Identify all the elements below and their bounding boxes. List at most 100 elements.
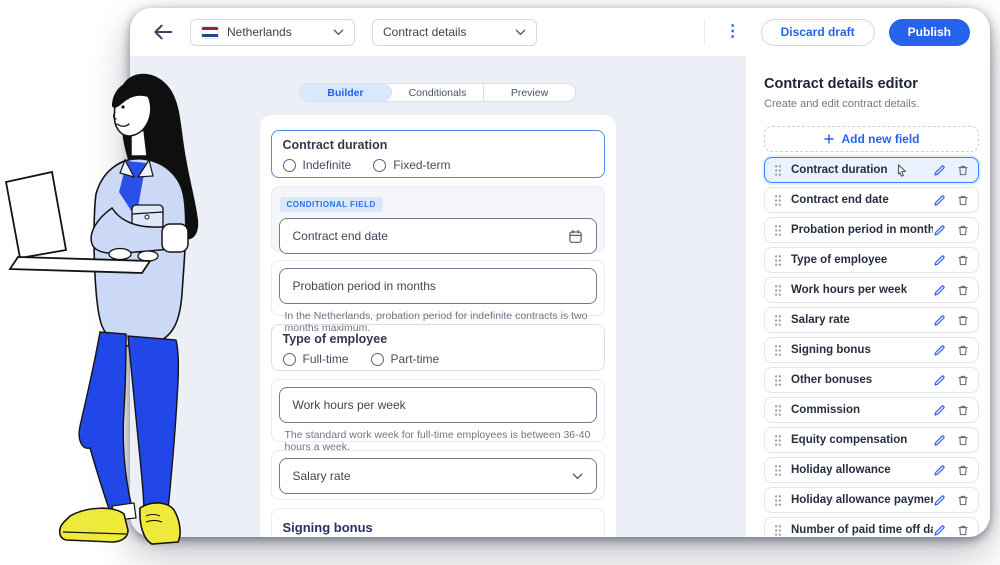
delete-icon[interactable] <box>957 464 969 477</box>
delete-icon[interactable] <box>957 404 969 417</box>
radio-part-time-label: Part-time <box>391 352 440 366</box>
field-row-label: Probation period in months <box>791 224 933 236</box>
publish-button[interactable]: Publish <box>889 19 970 46</box>
drag-handle-icon[interactable] <box>774 224 782 237</box>
edit-icon[interactable] <box>933 524 946 537</box>
field-row-label: Other bonuses <box>791 374 872 386</box>
radio-full-time-label: Full-time <box>303 352 349 366</box>
delete-icon[interactable] <box>957 434 969 447</box>
salary-rate-select[interactable]: Salary rate <box>279 458 597 494</box>
chevron-down-icon <box>572 473 583 480</box>
delete-icon[interactable] <box>957 374 969 387</box>
drag-handle-icon[interactable] <box>774 404 782 417</box>
drag-handle-icon[interactable] <box>774 164 782 177</box>
drag-handle-icon[interactable] <box>774 434 782 447</box>
field-row-equity-compensation[interactable]: Equity compensation <box>764 427 979 453</box>
delete-icon[interactable] <box>957 164 969 177</box>
radio-icon[interactable] <box>283 353 296 366</box>
more-options-icon[interactable]: ⋮ <box>719 24 747 40</box>
field-row-work-hours[interactable]: Work hours per week <box>764 277 979 303</box>
delete-icon[interactable] <box>957 524 969 537</box>
field-row-other-bonuses[interactable]: Other bonuses <box>764 367 979 393</box>
drag-handle-icon[interactable] <box>774 284 782 297</box>
contract-end-date-input[interactable]: Contract end date <box>279 218 597 254</box>
radio-fixed-term[interactable]: Fixed-term <box>373 158 450 172</box>
field-row-signing-bonus[interactable]: Signing bonus <box>764 337 979 363</box>
netherlands-flag-icon <box>201 26 219 39</box>
edit-icon[interactable] <box>933 344 946 357</box>
view-tabs: Builder Conditionals Preview <box>299 83 576 102</box>
work-hours-placeholder: Work hours per week <box>293 398 583 412</box>
chevron-down-icon <box>333 29 344 36</box>
edit-icon[interactable] <box>933 284 946 297</box>
window-content: Builder Conditionals Preview Contract du… <box>130 56 990 537</box>
delete-icon[interactable] <box>957 224 969 237</box>
radio-fixed-term-label: Fixed-term <box>393 158 450 172</box>
drag-handle-icon[interactable] <box>774 464 782 477</box>
delete-icon[interactable] <box>957 254 969 267</box>
work-hours-input[interactable]: Work hours per week <box>279 387 597 423</box>
drag-handle-icon[interactable] <box>774 494 782 507</box>
drag-handle-icon[interactable] <box>774 314 782 327</box>
edit-icon[interactable] <box>933 224 946 237</box>
country-select[interactable]: Netherlands <box>190 19 355 46</box>
delete-icon[interactable] <box>957 194 969 207</box>
drag-handle-icon[interactable] <box>774 374 782 387</box>
drag-handle-icon[interactable] <box>774 524 782 537</box>
drag-handle-icon[interactable] <box>774 254 782 267</box>
delete-icon[interactable] <box>957 494 969 507</box>
radio-part-time[interactable]: Part-time <box>371 352 440 366</box>
calendar-icon[interactable] <box>568 229 583 244</box>
drag-handle-icon[interactable] <box>774 194 782 207</box>
field-row-commission[interactable]: Commission <box>764 397 979 423</box>
radio-indefinite[interactable]: Indefinite <box>283 158 352 172</box>
document-select[interactable]: Contract details <box>372 19 537 46</box>
field-row-type-of-employee[interactable]: Type of employee <box>764 247 979 273</box>
edit-icon[interactable] <box>933 464 946 477</box>
edit-icon[interactable] <box>933 164 946 177</box>
radio-indefinite-label: Indefinite <box>303 158 352 172</box>
delete-icon[interactable] <box>957 344 969 357</box>
chevron-down-icon <box>515 29 526 36</box>
radio-icon[interactable] <box>283 159 296 172</box>
delete-icon[interactable] <box>957 314 969 327</box>
field-row-probation-period[interactable]: Probation period in months <box>764 217 979 243</box>
radio-icon[interactable] <box>373 159 386 172</box>
builder-area: Builder Conditionals Preview Contract du… <box>130 56 745 537</box>
field-row-salary-rate[interactable]: Salary rate <box>764 307 979 333</box>
radio-full-time[interactable]: Full-time <box>283 352 349 366</box>
field-row-label: Contract duration <box>791 164 887 176</box>
employee-type-section[interactable]: Type of employee Full-time Part-time <box>271 324 605 371</box>
field-row-label: Commission <box>791 404 860 416</box>
edit-icon[interactable] <box>933 374 946 387</box>
app-window: Netherlands Contract details ⋮ Discard d… <box>130 8 990 537</box>
add-new-field-button[interactable]: Add new field <box>764 126 979 152</box>
mouse-cursor-icon <box>895 163 909 178</box>
field-row-label: Number of paid time off days <box>791 524 933 536</box>
edit-icon[interactable] <box>933 194 946 207</box>
edit-icon[interactable] <box>933 314 946 327</box>
edit-icon[interactable] <box>933 494 946 507</box>
field-row-holiday-allowance-payment-frequency[interactable]: Holiday allowance payment fre... <box>764 487 979 513</box>
tab-builder[interactable]: Builder <box>300 84 392 101</box>
delete-icon[interactable] <box>957 284 969 297</box>
field-row-holiday-allowance[interactable]: Holiday allowance <box>764 457 979 483</box>
edit-icon[interactable] <box>933 404 946 417</box>
tab-conditionals[interactable]: Conditionals <box>392 84 484 101</box>
drag-handle-icon[interactable] <box>774 344 782 357</box>
edit-icon[interactable] <box>933 434 946 447</box>
field-row-contract-duration[interactable]: Contract duration <box>764 157 979 183</box>
back-button[interactable] <box>152 23 174 41</box>
field-list: Contract duration Contract end date <box>764 157 979 537</box>
topbar-divider <box>704 19 705 45</box>
field-row-paid-time-off-days[interactable]: Number of paid time off days <box>764 517 979 537</box>
contract-duration-section[interactable]: Contract duration Indefinite Fixed-term <box>271 130 605 178</box>
discard-draft-button[interactable]: Discard draft <box>761 19 875 46</box>
field-row-label: Signing bonus <box>791 344 871 356</box>
radio-icon[interactable] <box>371 353 384 366</box>
edit-icon[interactable] <box>933 254 946 267</box>
field-row-label: Equity compensation <box>791 434 907 446</box>
probation-input[interactable]: Probation period in months <box>279 268 597 304</box>
field-row-contract-end-date[interactable]: Contract end date <box>764 187 979 213</box>
tab-preview[interactable]: Preview <box>484 84 575 101</box>
